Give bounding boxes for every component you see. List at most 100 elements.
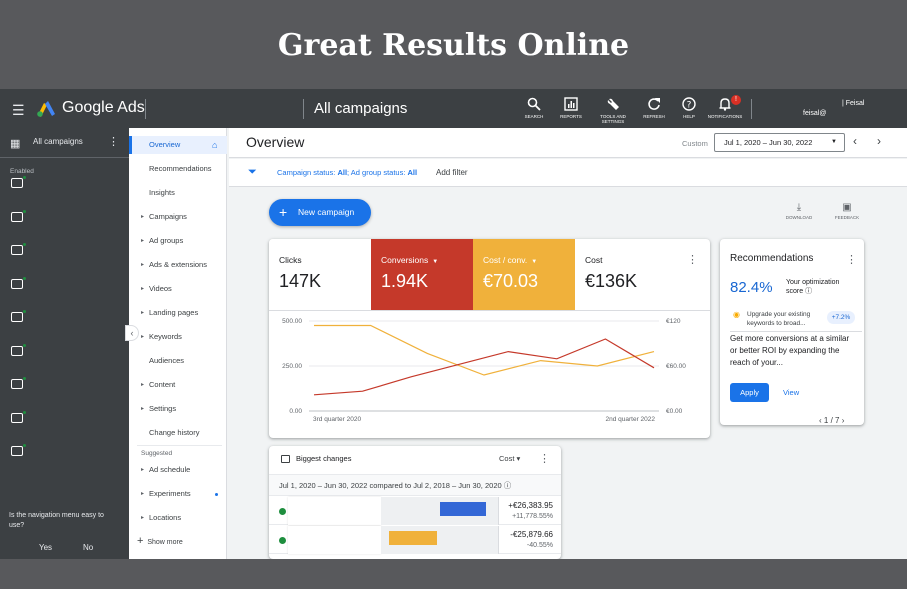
menu-item-content[interactable]: ▸ Content bbox=[129, 376, 227, 394]
biggest-changes-header: Biggest changes bbox=[281, 454, 351, 464]
next-period-icon[interactable]: › bbox=[877, 134, 881, 148]
search-campaign-icon[interactable] bbox=[11, 176, 26, 188]
plus-icon: + bbox=[279, 204, 288, 220]
menu-icon[interactable]: ☰ bbox=[12, 102, 25, 119]
expand-arrow-icon: ▸ bbox=[141, 238, 145, 244]
menu-item-label: Campaigns bbox=[149, 212, 187, 221]
expand-arrow-icon: ▸ bbox=[141, 406, 145, 412]
menu-item-locations[interactable]: ▸ Locations bbox=[129, 509, 227, 527]
metric-selector[interactable]: Cost ▾ bbox=[499, 454, 520, 463]
menu-item-ads-extensions[interactable]: ▸ Ads & extensions bbox=[129, 256, 227, 274]
more-vert-icon[interactable]: ⋮ bbox=[108, 135, 119, 148]
active-filter[interactable]: Campaign status: All; Ad group status: A… bbox=[277, 168, 417, 177]
menu-item-campaigns[interactable]: ▸ Campaigns bbox=[129, 208, 227, 226]
add-filter-button[interactable]: Add filter bbox=[436, 168, 468, 177]
metric-value: 147K bbox=[279, 271, 322, 291]
menu-item-audiences[interactable]: Audiences bbox=[129, 352, 227, 370]
refresh-icon bbox=[648, 98, 660, 110]
display-campaign-icon[interactable] bbox=[11, 243, 26, 255]
search-campaign-icon[interactable] bbox=[11, 277, 26, 289]
campaign-tree-header[interactable]: ▦ All campaigns ⋮ bbox=[0, 128, 129, 158]
new-campaign-button[interactable]: + New campaign bbox=[269, 199, 371, 226]
menu-item-change-history[interactable]: Change history bbox=[129, 424, 227, 442]
filter-icon[interactable]: ⏷ bbox=[248, 166, 257, 179]
metric-tile-clicks[interactable]: Clicks 147K bbox=[269, 239, 371, 310]
menu-item-keywords[interactable]: ▸ Keywords bbox=[129, 328, 227, 346]
breadcrumb[interactable]: All campaigns bbox=[314, 100, 407, 117]
tool-label: REPORTS bbox=[560, 114, 582, 119]
change-percent: -40.55% bbox=[526, 542, 553, 549]
refresh-button[interactable]: REFRESH bbox=[634, 97, 674, 119]
video-campaign-icon[interactable] bbox=[11, 411, 26, 423]
metric-label: Conversions ▼ bbox=[381, 255, 439, 265]
search-button[interactable]: SEARCH bbox=[514, 97, 554, 119]
new-indicator bbox=[215, 493, 218, 496]
divider bbox=[137, 445, 222, 446]
expand-arrow-icon: ▸ bbox=[141, 334, 145, 340]
menu-item-videos[interactable]: ▸ Videos bbox=[129, 280, 227, 298]
recommendations-title: Recommendations bbox=[730, 253, 814, 264]
menu-item-settings[interactable]: ▸ Settings bbox=[129, 400, 227, 418]
metric-tile-cost-conv-[interactable]: Cost / conv. ▼ €70.03 bbox=[473, 239, 575, 310]
menu-item-recommendations[interactable]: Recommendations bbox=[129, 160, 227, 178]
tools-settings-button[interactable]: TOOLS AND SETTINGS bbox=[593, 97, 633, 124]
menu-item-ad-schedule[interactable]: ▸ Ad schedule bbox=[129, 461, 227, 479]
recommendation-body: Get more conversions at a similar or bet… bbox=[730, 334, 850, 367]
more-vert-icon[interactable]: ⋮ bbox=[687, 253, 698, 266]
download-button[interactable]: ⤓ DOWNLOAD bbox=[782, 202, 816, 220]
menu-item-overview[interactable]: Overview ⌂ bbox=[129, 136, 227, 154]
campaign-tree-title: All campaigns bbox=[33, 137, 83, 146]
survey-question: Is the navigation menu easy to use? bbox=[9, 512, 104, 529]
previous-period-icon[interactable]: ‹ bbox=[853, 134, 857, 148]
brand-name: Google Ads bbox=[62, 99, 145, 116]
recommendation-pager[interactable]: ‹ 1 / 7 › bbox=[819, 416, 844, 425]
menu-item-label: Ads & extensions bbox=[149, 260, 207, 269]
menu-item-label: Ad groups bbox=[149, 236, 184, 245]
menu-item-label: Keywords bbox=[149, 332, 182, 341]
caret-down-icon: ▼ bbox=[531, 259, 538, 265]
menu-item-ad-groups[interactable]: ▸ Ad groups bbox=[129, 232, 227, 250]
notification-badge: ! bbox=[731, 95, 741, 105]
menu-item-label: Ad schedule bbox=[149, 465, 191, 474]
menu-item-landing-pages[interactable]: ▸ Landing pages bbox=[129, 304, 227, 322]
menu-item-experiments[interactable]: ▸ Experiments bbox=[129, 485, 227, 503]
survey-yes-button[interactable]: Yes bbox=[39, 543, 52, 552]
table-row[interactable]: -€25,879.66 -40.55% bbox=[269, 526, 561, 554]
more-vert-icon[interactable]: ⋮ bbox=[846, 253, 857, 266]
recommendation-tip[interactable]: ◉ Upgrade your existing keywords to broa… bbox=[730, 308, 862, 332]
performance-chart: 500.00 €120 250.00 €60.00 0.00 €0.00 3rd quart… bbox=[282, 318, 686, 423]
tip-uplift-badge: +7.2% bbox=[827, 311, 855, 324]
apply-button[interactable]: Apply bbox=[730, 383, 769, 402]
search-campaign-icon[interactable] bbox=[11, 210, 26, 222]
top-bar: ☰ Google Ads All campaigns SEARCH REPORT… bbox=[0, 89, 907, 128]
series-line-1 bbox=[314, 324, 655, 376]
view-button[interactable]: View bbox=[783, 388, 799, 397]
metric-tile-conversions[interactable]: Conversions ▼ 1.94K bbox=[371, 239, 473, 310]
survey-no-button[interactable]: No bbox=[83, 543, 93, 552]
y-right-tick-label: €60.00 bbox=[666, 363, 686, 370]
more-vert-icon[interactable]: ⋮ bbox=[539, 452, 550, 465]
change-value: +€26,383.95 bbox=[508, 501, 553, 510]
help-button[interactable]: ? HELP bbox=[669, 97, 709, 119]
svg-text:?: ? bbox=[687, 101, 692, 111]
reports-button[interactable]: REPORTS bbox=[551, 97, 591, 119]
table-row[interactable]: +€26,383.95 +11,778.55% bbox=[269, 497, 561, 525]
search-icon bbox=[527, 97, 541, 111]
notifications-button[interactable]: NOTIFICATIONS ! bbox=[705, 95, 745, 119]
feedback-label: FEEDBACK bbox=[834, 215, 860, 220]
display-campaign-icon[interactable] bbox=[11, 377, 26, 389]
show-more-button[interactable]: + Show more bbox=[137, 535, 183, 547]
y-right-tick-label: €0.00 bbox=[666, 408, 683, 415]
menu-item-insights[interactable]: Insights bbox=[129, 184, 227, 202]
account-name[interactable]: | Feisal bbox=[842, 100, 864, 107]
metric-tile-cost[interactable]: Cost €136K bbox=[575, 239, 677, 310]
feedback-button[interactable]: ▣ FEEDBACK bbox=[830, 202, 864, 220]
x-tick-label: 2nd quarter 2022 bbox=[605, 416, 655, 423]
display-campaign-icon[interactable] bbox=[11, 344, 26, 356]
menu-item-label: Locations bbox=[149, 513, 182, 522]
date-range-picker[interactable]: Jul 1, 2020 – Jun 30, 2022 ▼ bbox=[714, 133, 845, 152]
search-campaign-icon[interactable] bbox=[11, 310, 26, 322]
menu-item-label: Overview bbox=[149, 140, 181, 149]
video-campaign-icon[interactable] bbox=[11, 444, 26, 456]
account-email[interactable]: feisal@ bbox=[803, 110, 826, 117]
